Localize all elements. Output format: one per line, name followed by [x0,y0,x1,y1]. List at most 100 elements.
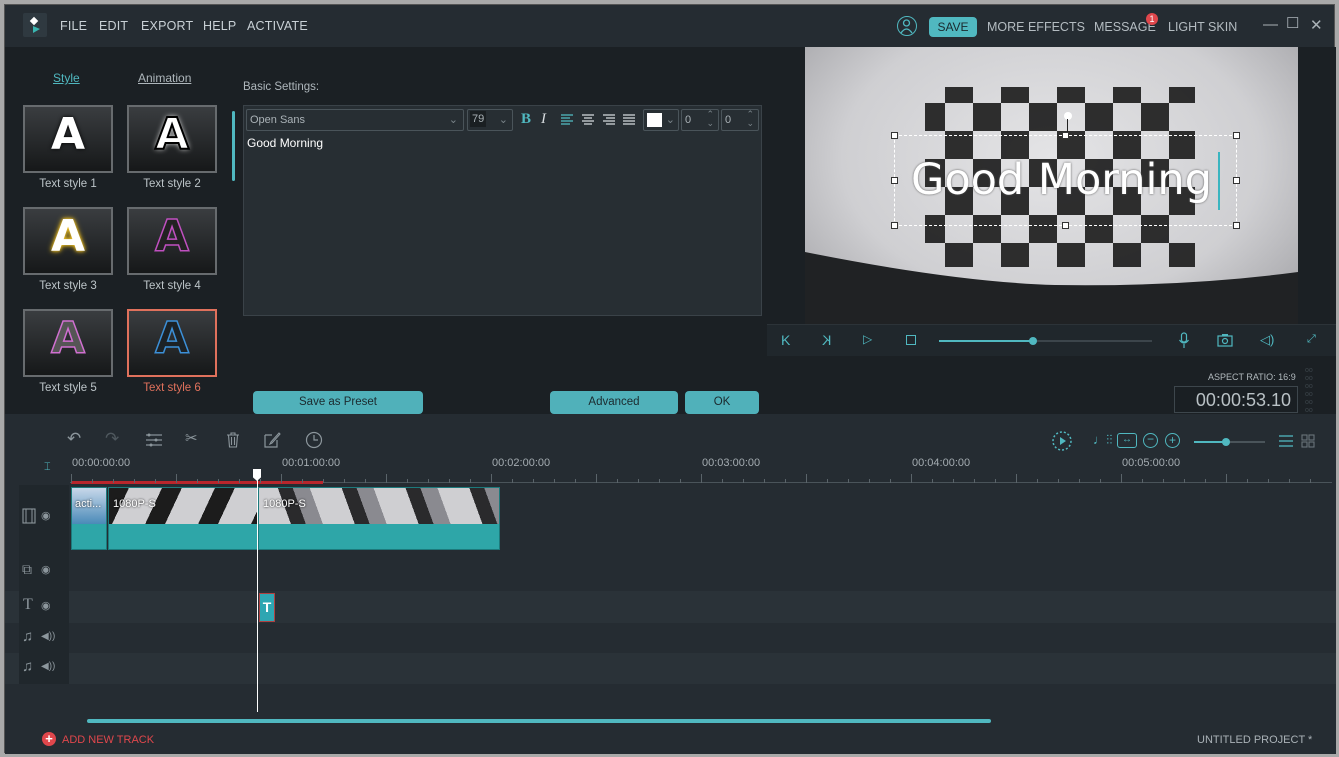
resize-handle[interactable] [1062,222,1069,229]
timeline-clip[interactable]: 1080P-S [258,487,500,550]
timeline-clip[interactable]: acti... [71,487,107,550]
ruler-tick [1247,479,1248,483]
menu-export[interactable]: EXPORT [141,19,193,33]
tab-style[interactable]: Style [53,71,80,85]
close-button[interactable]: ✕ [1310,16,1323,34]
speaker-icon[interactable]: ◀)) [41,631,55,642]
eye-icon[interactable]: ◉ [41,509,51,522]
microphone-icon[interactable] [1178,332,1190,349]
text-style-2-label: Text style 2 [143,178,201,190]
add-new-track-button[interactable]: ADD NEW TRACK [62,734,154,746]
duration-clock-icon[interactable] [305,431,323,449]
adjust-settings-icon[interactable] [145,432,163,448]
text-style-3[interactable]: A [23,207,113,275]
preview-panel: Good Morning K K ▷ ◁) ⤢ ASPECT RATIO: 16… [767,47,1336,414]
menu-file[interactable]: FILE [60,19,87,33]
ruler-tick [785,479,786,483]
text-style-4[interactable]: A [127,207,217,275]
align-left-icon[interactable] [560,114,574,126]
audio-mixer-icon[interactable]: ♩⫶⫶ [1093,432,1113,448]
render-preview-icon[interactable] [1051,430,1073,452]
save-button[interactable]: SAVE [929,17,977,37]
text-clip[interactable]: T [259,593,275,622]
align-center-icon[interactable] [581,114,595,126]
ruler-tick [953,479,954,483]
text-style-1[interactable]: A [23,105,113,173]
redo-icon[interactable]: ↷ [105,429,119,449]
edit-icon[interactable] [264,431,281,448]
align-right-icon[interactable] [602,114,616,126]
stepper-arrows-icon[interactable]: ⌃ ⌄ [746,110,754,128]
text-style-2[interactable]: A [127,105,217,173]
ruler-tick [932,479,933,483]
video-preview[interactable]: Good Morning [805,47,1298,324]
eye-icon[interactable]: ◉ [41,563,51,576]
minimize-button[interactable]: — [1263,16,1278,33]
tab-animation[interactable]: Animation [138,71,191,85]
more-effects-link[interactable]: MORE EFFECTS [987,20,1085,34]
snap-toggle-icon[interactable]: ⌶ [44,461,51,474]
resize-handle[interactable] [891,222,898,229]
text-style-6[interactable]: A [127,309,217,377]
playback-knob[interactable] [1028,337,1037,345]
eye-icon[interactable]: ◉ [41,599,51,612]
light-skin-link[interactable]: LIGHT SKIN [1168,20,1237,34]
save-as-preset-button[interactable]: Save as Preset [253,391,423,414]
resize-handle[interactable] [1233,132,1240,139]
timeline-clip[interactable]: 1080P-S [108,487,258,550]
italic-button[interactable]: I [541,111,546,128]
zoom-out-icon[interactable]: − [1143,433,1158,448]
snapshot-camera-icon[interactable] [1217,333,1233,347]
timeline-horizontal-scrollbar[interactable] [87,719,991,723]
ruler-tick [92,479,93,483]
align-justify-icon[interactable] [622,114,636,126]
undo-icon[interactable]: ↶ [67,429,81,449]
maximize-button[interactable]: ☐ [1286,14,1299,32]
text-content-input[interactable]: Good Morning [246,135,758,311]
menu-activate[interactable]: ACTIVATE [247,19,308,33]
account-icon[interactable] [897,16,917,36]
fit-timeline-icon[interactable]: ↔ [1117,433,1137,448]
overlay-text[interactable]: Good Morning [911,155,1212,205]
advanced-button[interactable]: Advanced [550,391,678,414]
grid-view-icon[interactable] [1301,434,1315,448]
text-color-picker[interactable]: ⌄ [643,109,679,131]
resize-handle[interactable] [1062,132,1069,139]
stop-icon[interactable] [906,335,916,345]
stepper-arrows-icon[interactable]: ⌃ ⌄ [706,110,714,128]
spacing-stepper-2[interactable]: 0 ⌃ ⌄ [721,109,759,131]
resize-grip-icon[interactable]: oo oo oo oo oo oo [1305,367,1319,415]
track-header: ⧉ ◉ [19,551,69,591]
menu-edit[interactable]: EDIT [99,19,128,33]
rotate-handle[interactable] [1064,112,1072,120]
play-icon[interactable]: ▷ [863,332,872,346]
speaker-icon[interactable]: ◀)) [41,661,55,672]
styles-scrollbar[interactable] [232,111,235,181]
add-icon[interactable]: + [42,732,56,746]
font-select[interactable]: Open Sans ⌄ [246,109,464,131]
fullscreen-icon[interactable]: ⤢ [1307,333,1316,346]
chevron-down-icon: ⌄ [498,114,508,126]
resize-handle[interactable] [891,132,898,139]
resize-handle[interactable] [891,177,898,184]
video-track-icon [22,508,36,524]
playhead-line[interactable] [257,480,258,712]
bold-button[interactable]: B [521,111,531,128]
playback-slider[interactable] [939,337,1152,345]
resize-handle[interactable] [1233,177,1240,184]
ok-button[interactable]: OK [685,391,759,414]
zoom-knob[interactable] [1221,438,1230,446]
font-size-select[interactable]: 79 ⌄ [467,109,513,131]
zoom-in-icon[interactable]: + [1165,433,1180,448]
text-style-5[interactable]: A [23,309,113,377]
list-view-icon[interactable] [1278,434,1294,448]
cut-icon[interactable]: ✂ [185,429,198,447]
menu-help[interactable]: HELP [203,19,236,33]
delete-icon[interactable] [226,432,240,448]
prev-frame-icon[interactable]: K [781,332,790,348]
resize-handle[interactable] [1233,222,1240,229]
next-frame-icon[interactable]: K [822,332,831,348]
spacing-stepper-1[interactable]: 0 ⌃ ⌄ [681,109,719,131]
volume-icon[interactable]: ◁) [1260,332,1274,348]
timeline-zoom-slider[interactable] [1194,438,1265,446]
